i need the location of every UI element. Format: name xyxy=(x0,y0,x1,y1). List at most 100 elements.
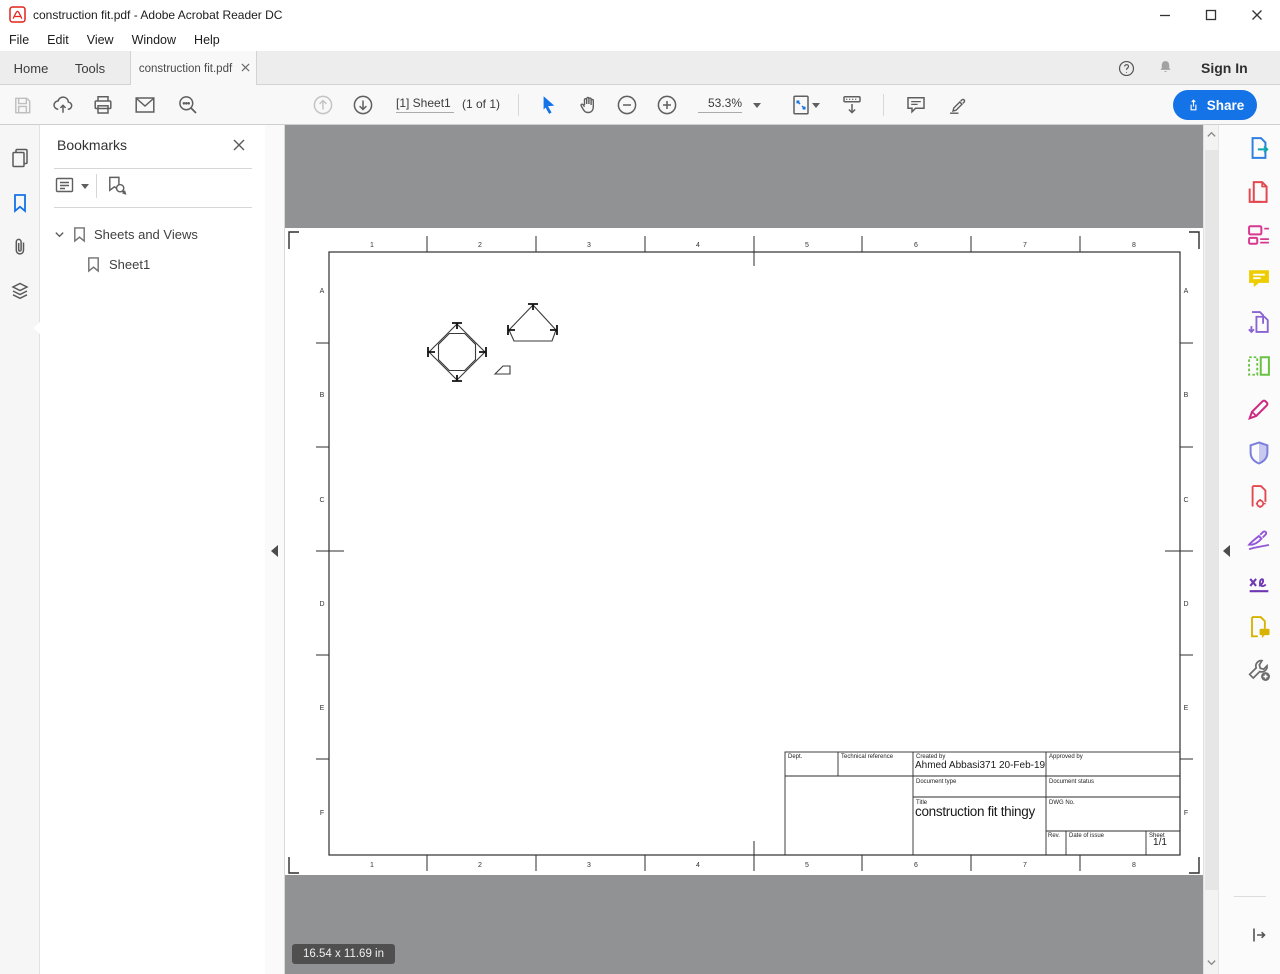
more-tools-tool-icon[interactable] xyxy=(1245,656,1273,684)
next-page-icon[interactable] xyxy=(348,90,378,120)
notifications-bell-icon[interactable] xyxy=(1156,58,1175,77)
fill-and-sign-tool-icon[interactable] xyxy=(1245,395,1273,423)
combine-files-tool-icon[interactable] xyxy=(1245,308,1273,336)
pdf-page[interactable]: 1122334455667788AABBCCDDEEFF Dept. Techn… xyxy=(285,228,1203,875)
find-current-bookmark-icon[interactable] xyxy=(105,174,129,198)
acrobat-window: construction fit.pdf - Adobe Acrobat Rea… xyxy=(0,0,1280,974)
tab-tools[interactable]: Tools xyxy=(62,51,118,85)
share-icon xyxy=(1190,98,1197,110)
bookmark-item-sheets-and-views[interactable]: Sheets and Views xyxy=(40,221,265,247)
ruler-label: F xyxy=(320,810,324,817)
help-icon[interactable] xyxy=(1117,59,1136,78)
bookmarks-close-icon[interactable] xyxy=(232,138,248,154)
document-status-label: Document status xyxy=(1049,779,1095,785)
scrollbar-thumb[interactable] xyxy=(1205,150,1218,890)
bookmark-item-sheet1[interactable]: Sheet1 xyxy=(40,251,265,277)
vertex-markers xyxy=(427,303,558,382)
chevron-down-icon[interactable] xyxy=(54,229,65,240)
ruler-label: F xyxy=(1184,810,1188,817)
zoom-out-icon[interactable] xyxy=(612,90,642,120)
compress-pdf-tool-icon[interactable] xyxy=(1245,482,1273,510)
menu-window[interactable]: Window xyxy=(123,30,185,51)
sign-in-button[interactable]: Sign In xyxy=(1201,51,1248,85)
tab-close-icon[interactable] xyxy=(241,63,250,72)
save-icon[interactable] xyxy=(7,90,37,120)
maximize-icon[interactable] xyxy=(1188,0,1234,30)
bookmarks-options-dropdown-icon[interactable] xyxy=(81,184,89,189)
export-pdf-tool-icon[interactable] xyxy=(1245,134,1273,162)
ruler-label: 7 xyxy=(1023,862,1027,869)
page-scrolling-icon[interactable] xyxy=(837,90,867,120)
drawing-frame xyxy=(328,251,1181,856)
menu-edit[interactable]: Edit xyxy=(38,30,78,51)
pentagon-shape xyxy=(508,304,557,342)
menu-help[interactable]: Help xyxy=(185,30,229,51)
hand-tool-icon[interactable] xyxy=(573,90,603,120)
create-pdf-tool-icon[interactable] xyxy=(1245,178,1273,206)
bookmark-icon xyxy=(86,256,101,273)
search-icon[interactable] xyxy=(173,90,203,120)
protect-tool-icon[interactable] xyxy=(1245,439,1273,467)
zoom-in-icon[interactable] xyxy=(652,90,682,120)
cloud-upload-icon[interactable] xyxy=(48,90,78,120)
page-size-tooltip: 16.54 x 11.69 in xyxy=(292,944,395,964)
page-number-input[interactable]: [1] Sheet1 xyxy=(396,96,454,113)
open-tools-pane-icon[interactable] xyxy=(1246,923,1272,949)
sheet-number-value: 1/1 xyxy=(1153,837,1167,848)
ruler-label: 4 xyxy=(696,242,700,249)
bookmarks-panel-title: Bookmarks xyxy=(57,137,128,153)
minimize-icon[interactable] xyxy=(1142,0,1188,30)
ruler-label: 5 xyxy=(805,862,809,869)
attachments-panel-icon[interactable] xyxy=(8,235,32,259)
document-canvas[interactable]: 1122334455667788AABBCCDDEEFF Dept. Techn… xyxy=(285,125,1203,974)
print-icon[interactable] xyxy=(88,90,118,120)
comment-tool-icon[interactable] xyxy=(1245,265,1273,293)
page-fit-dropdown-icon[interactable] xyxy=(812,103,820,108)
corner-trim-marks xyxy=(288,231,1200,874)
panel-gutter xyxy=(265,125,285,974)
email-icon[interactable] xyxy=(130,90,160,120)
title-bar: construction fit.pdf - Adobe Acrobat Rea… xyxy=(0,0,1280,30)
tools-pane-strip xyxy=(1218,125,1280,974)
ruler-label: 2 xyxy=(478,862,482,869)
collapse-right-panel-icon[interactable] xyxy=(1223,545,1230,557)
diamond-shape xyxy=(428,323,486,381)
tab-document[interactable]: construction fit.pdf xyxy=(130,51,257,86)
ruler-label: 3 xyxy=(587,862,591,869)
tab-home[interactable]: Home xyxy=(0,51,62,85)
edit-pdf-tool-icon[interactable] xyxy=(1245,221,1273,249)
zoom-level-input[interactable]: 53.3% xyxy=(698,96,742,113)
drawing-title-value: construction fit thingy xyxy=(915,804,1035,819)
previous-page-icon[interactable] xyxy=(308,90,338,120)
send-for-comments-tool-icon[interactable] xyxy=(1245,613,1273,641)
adobe-sign-tool-icon[interactable] xyxy=(1245,526,1273,554)
ruler-label: B xyxy=(1184,392,1189,399)
menu-view[interactable]: View xyxy=(78,30,123,51)
request-signatures-tool-icon[interactable] xyxy=(1245,569,1273,597)
ruler-label: C xyxy=(1183,497,1188,504)
menu-bar: File Edit View Window Help xyxy=(0,30,1280,51)
vertical-scrollbar[interactable] xyxy=(1203,125,1218,974)
menu-file[interactable]: File xyxy=(0,30,38,51)
organize-pages-tool-icon[interactable] xyxy=(1245,352,1273,380)
approved-by-label: Approved by xyxy=(1049,754,1083,760)
layers-panel-icon[interactable] xyxy=(8,280,32,304)
select-tool-icon[interactable] xyxy=(533,90,563,120)
ruler-label: 1 xyxy=(370,862,374,869)
close-icon[interactable] xyxy=(1234,0,1280,30)
date-of-issue-label: Date of issue xyxy=(1069,833,1105,839)
scroll-down-icon[interactable] xyxy=(1206,957,1217,968)
share-button[interactable]: Share xyxy=(1173,90,1257,120)
ruler-label: 8 xyxy=(1132,242,1136,249)
page-thumbnails-panel-icon[interactable] xyxy=(8,146,32,170)
zoom-dropdown-icon[interactable] xyxy=(753,103,761,108)
bookmarks-options-icon[interactable] xyxy=(54,175,78,197)
bookmarks-panel-icon[interactable] xyxy=(8,191,32,215)
ruler-label: 4 xyxy=(696,862,700,869)
collapse-left-panel-icon[interactable] xyxy=(271,545,278,557)
ruler-label: C xyxy=(319,497,324,504)
rev-label: Rev. xyxy=(1048,833,1060,839)
highlighter-icon[interactable] xyxy=(942,90,972,120)
scroll-up-icon[interactable] xyxy=(1206,129,1217,140)
comment-tool-icon[interactable] xyxy=(901,90,931,120)
